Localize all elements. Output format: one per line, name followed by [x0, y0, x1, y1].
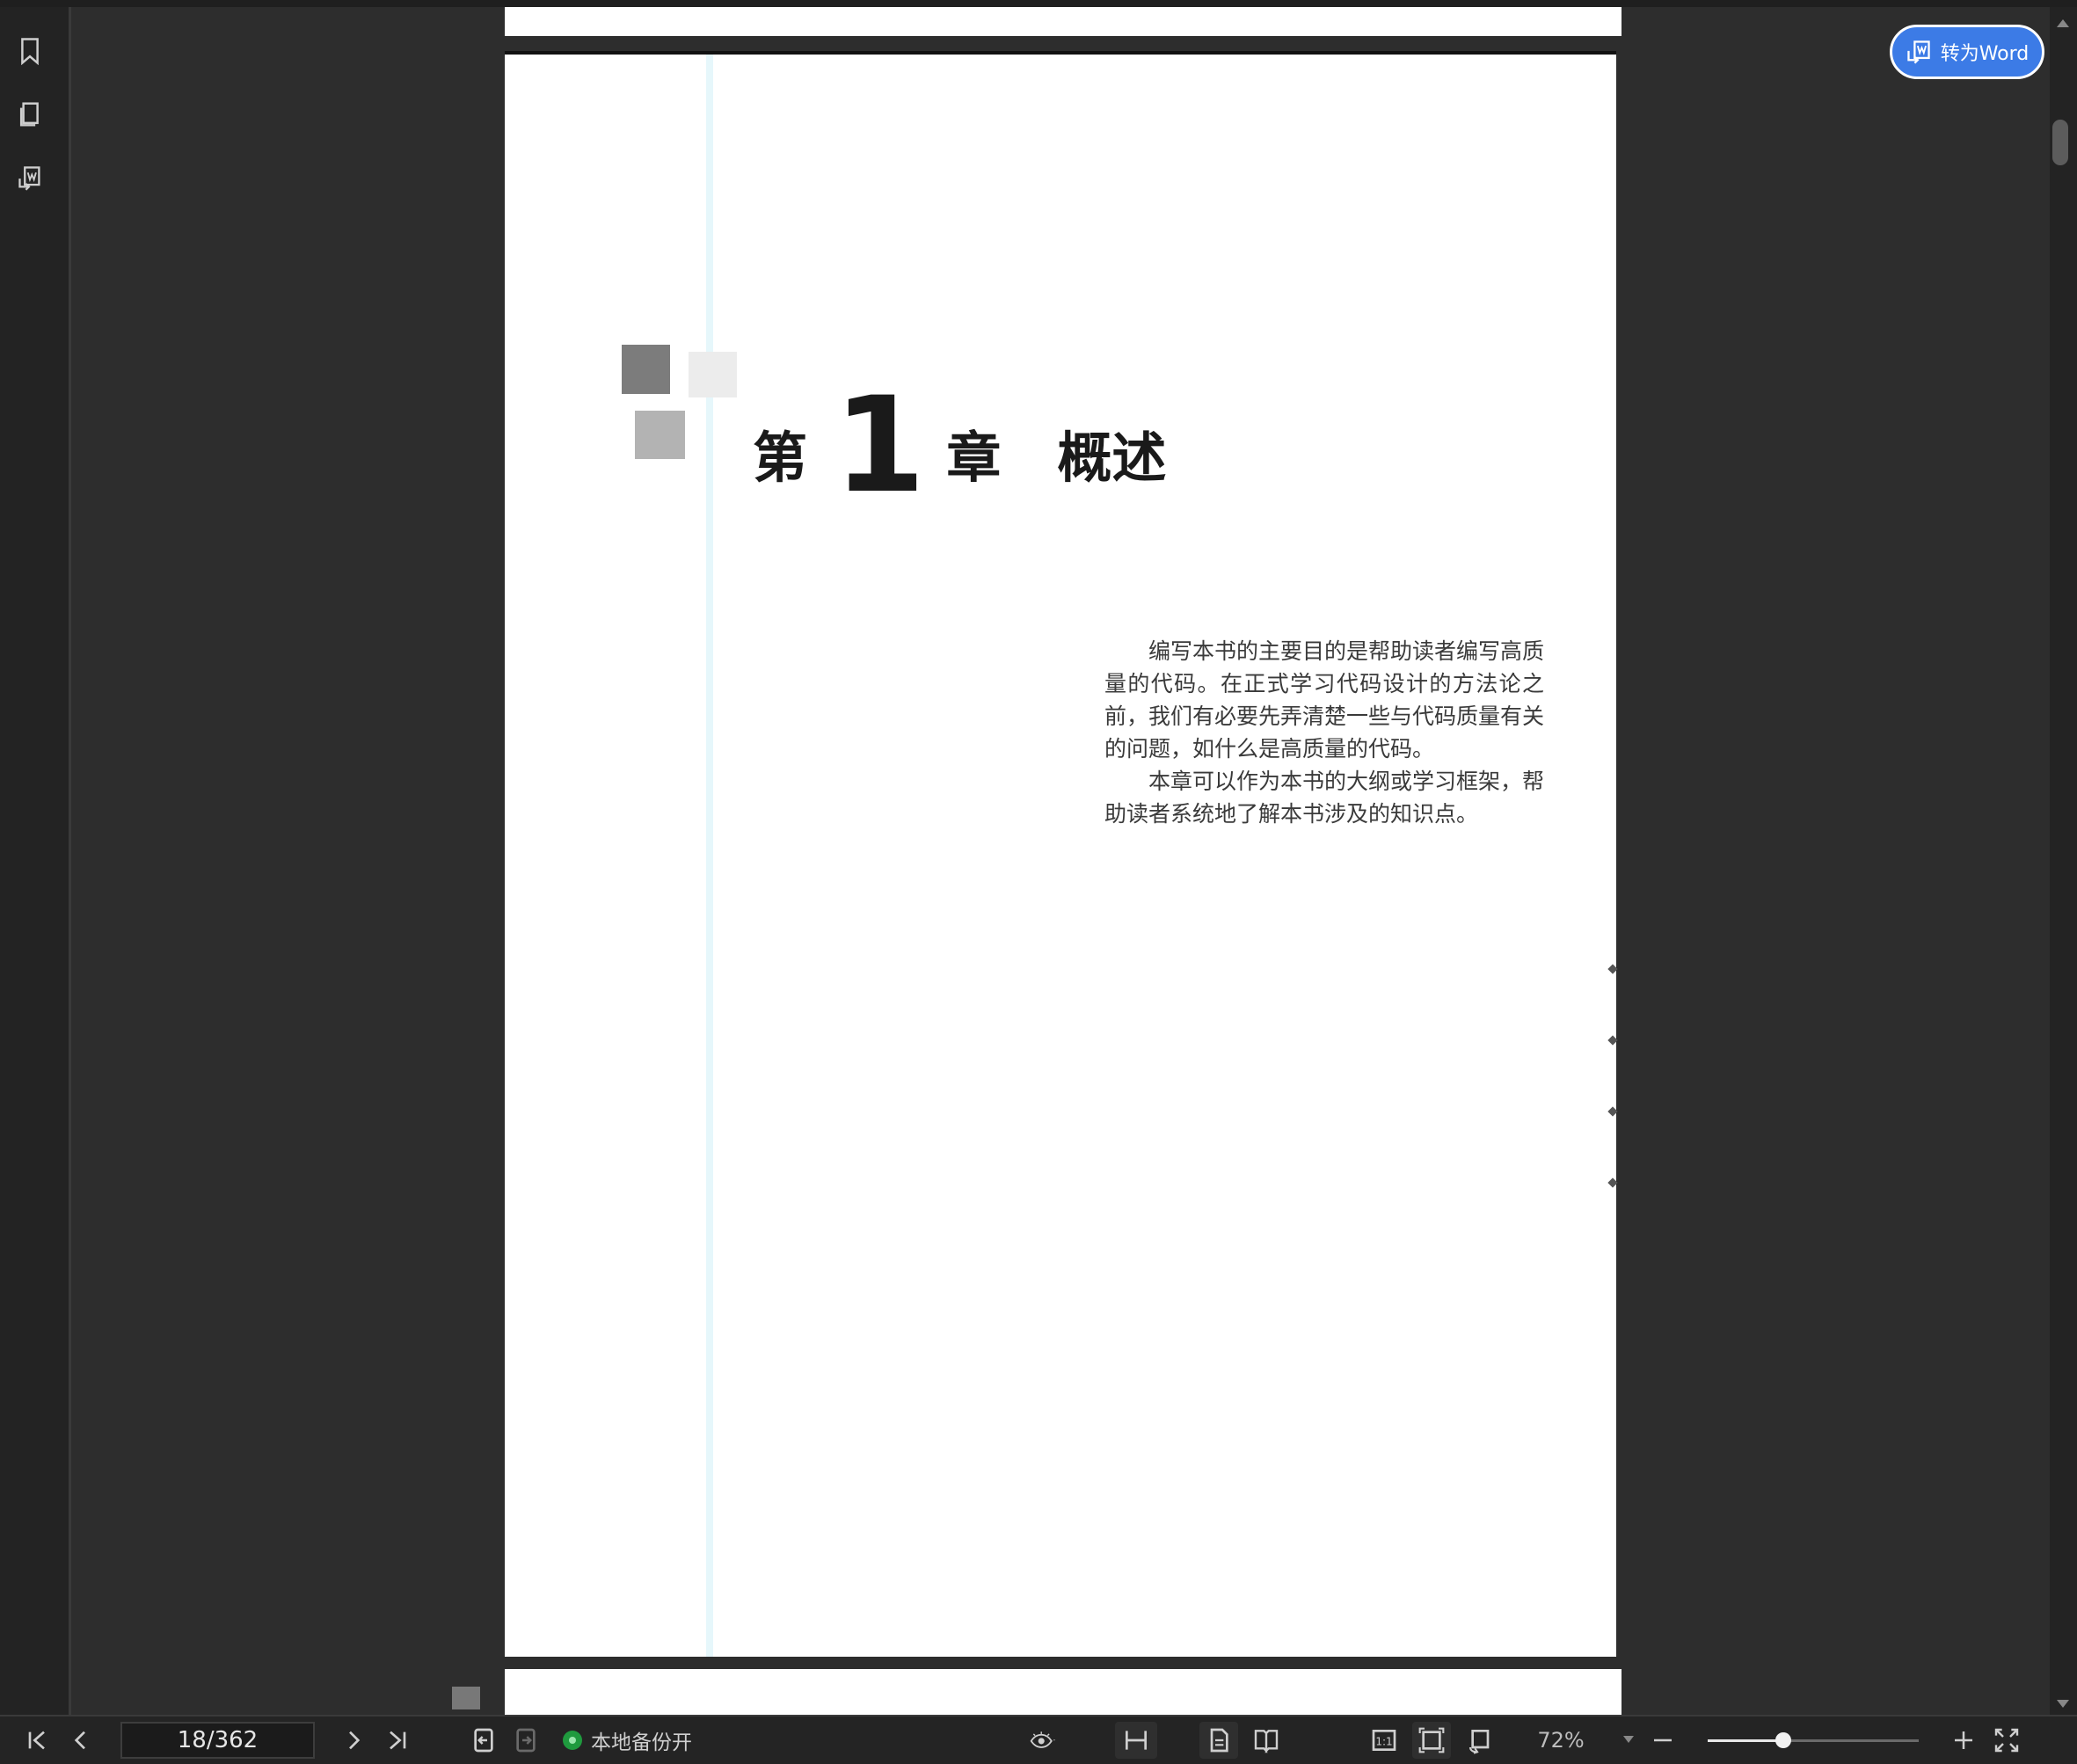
- first-page-icon: [28, 1731, 45, 1750]
- fullscreen-button[interactable]: [1991, 1722, 2022, 1759]
- next-page-button[interactable]: [336, 1722, 371, 1759]
- single-page-icon: [1210, 1728, 1228, 1753]
- svg-text:1:1: 1:1: [1375, 1735, 1392, 1747]
- single-page-button[interactable]: [1199, 1722, 1238, 1759]
- scroll-thumb[interactable]: [2052, 120, 2068, 165]
- chapter-heading: 第 1 章 概述: [753, 369, 1167, 522]
- chapter-suffix: 章: [946, 426, 1002, 490]
- backup-status-icon: [563, 1731, 582, 1750]
- convert-sidebar-button[interactable]: [12, 160, 47, 195]
- scroll-down-arrow-icon[interactable]: [2057, 1700, 2069, 1708]
- scroll-up-arrow-icon[interactable]: [2057, 19, 2069, 27]
- previous-page-button[interactable]: [63, 1722, 98, 1759]
- document-page: 第 1 章 概述 编写本书的主要目的是帮助读者编写高质量的代码。在正式学习代码设…: [505, 51, 1618, 1657]
- fullscreen-icon: [1994, 1728, 2019, 1753]
- zoom-in-button[interactable]: [1950, 1722, 1977, 1759]
- next-page-edge: [505, 1669, 1622, 1715]
- intro-paragraph: 编写本书的主要目的是帮助读者编写高质量的代码。在正式学习代码设计的方法论之前，我…: [1104, 638, 1545, 762]
- zoom-out-button[interactable]: [1650, 1722, 1676, 1759]
- zoom-slider-fill: [1708, 1739, 1784, 1742]
- convert-to-word-icon: [18, 166, 40, 191]
- forward-history-button[interactable]: [508, 1722, 543, 1759]
- first-page-button[interactable]: [19, 1722, 55, 1759]
- left-sidebar: [0, 7, 71, 1715]
- fit-width-icon: [1126, 1731, 1147, 1750]
- page-number-input[interactable]: 18/362: [120, 1722, 315, 1759]
- zoom-slider[interactable]: [1708, 1732, 1919, 1748]
- word-convert-icon: [1907, 40, 1930, 64]
- chevron-right-icon: [349, 1731, 361, 1750]
- thumbnails-button[interactable]: [12, 97, 47, 132]
- backup-status-label: 本地备份开: [591, 1731, 692, 1754]
- eye-protection-button[interactable]: [1017, 1722, 1069, 1759]
- fit-width-button[interactable]: [1115, 1722, 1157, 1759]
- rotate-icon: [1468, 1730, 1490, 1754]
- actual-size-button[interactable]: 1:1: [1366, 1722, 1402, 1759]
- decorative-square: [689, 352, 737, 397]
- convert-to-word-button[interactable]: 转为Word: [1890, 25, 2044, 79]
- zoom-slider-knob[interactable]: [1775, 1732, 1792, 1748]
- chapter-prefix: 第: [753, 426, 808, 490]
- zoom-dropdown-icon[interactable]: [1623, 1736, 1634, 1743]
- eye-icon: [1030, 1731, 1056, 1748]
- chevron-left-icon: [74, 1731, 85, 1750]
- back-history-button[interactable]: [466, 1722, 501, 1759]
- document-viewer[interactable]: 第 1 章 概述 编写本书的主要目的是帮助读者编写高质量的代码。在正式学习代码设…: [71, 7, 2050, 1715]
- zoom-level[interactable]: 72%: [1526, 1724, 1596, 1757]
- last-page-icon: [390, 1731, 406, 1750]
- minus-icon: [1654, 1738, 1672, 1742]
- previous-page-edge: [505, 7, 1622, 36]
- decorative-square: [635, 411, 685, 459]
- decorative-square: [622, 345, 670, 394]
- rotate-page-button[interactable]: [1461, 1722, 1500, 1759]
- backup-status[interactable]: 本地备份开: [563, 1724, 692, 1757]
- chapter-intro: 编写本书的主要目的是帮助读者编写高质量的代码。在正式学习代码设计的方法论之前，我…: [1104, 635, 1544, 830]
- back-page-icon: [474, 1728, 493, 1753]
- forward-page-icon: [516, 1728, 536, 1753]
- two-page-button[interactable]: [1247, 1722, 1286, 1759]
- chapter-title: 概述: [1057, 426, 1167, 490]
- book-view-icon: [1254, 1730, 1279, 1753]
- plus-icon: [1955, 1731, 1972, 1749]
- fit-page-button[interactable]: [1412, 1722, 1451, 1759]
- actual-size-icon: 1:1: [1372, 1730, 1396, 1751]
- chapter-number: 1: [834, 369, 926, 522]
- bottom-toolbar: 18/362 本地备份开 1:1 72%: [0, 1715, 2077, 1764]
- fit-page-icon: [1418, 1727, 1445, 1753]
- intro-paragraph: 本章可以作为本书的大纲或学习框架，帮助读者系统地了解本书涉及的知识点。: [1104, 769, 1545, 827]
- bookmark-icon: [21, 38, 39, 65]
- pages-icon: [19, 102, 39, 127]
- window-top-border: [0, 0, 2077, 7]
- vertical-scrollbar[interactable]: [2050, 7, 2077, 1715]
- last-page-button[interactable]: [380, 1722, 415, 1759]
- decorative-square: [452, 1687, 480, 1709]
- convert-to-word-label: 转为Word: [1940, 43, 2030, 65]
- bookmark-button[interactable]: [12, 33, 47, 69]
- scan-spine-line: [706, 55, 713, 1657]
